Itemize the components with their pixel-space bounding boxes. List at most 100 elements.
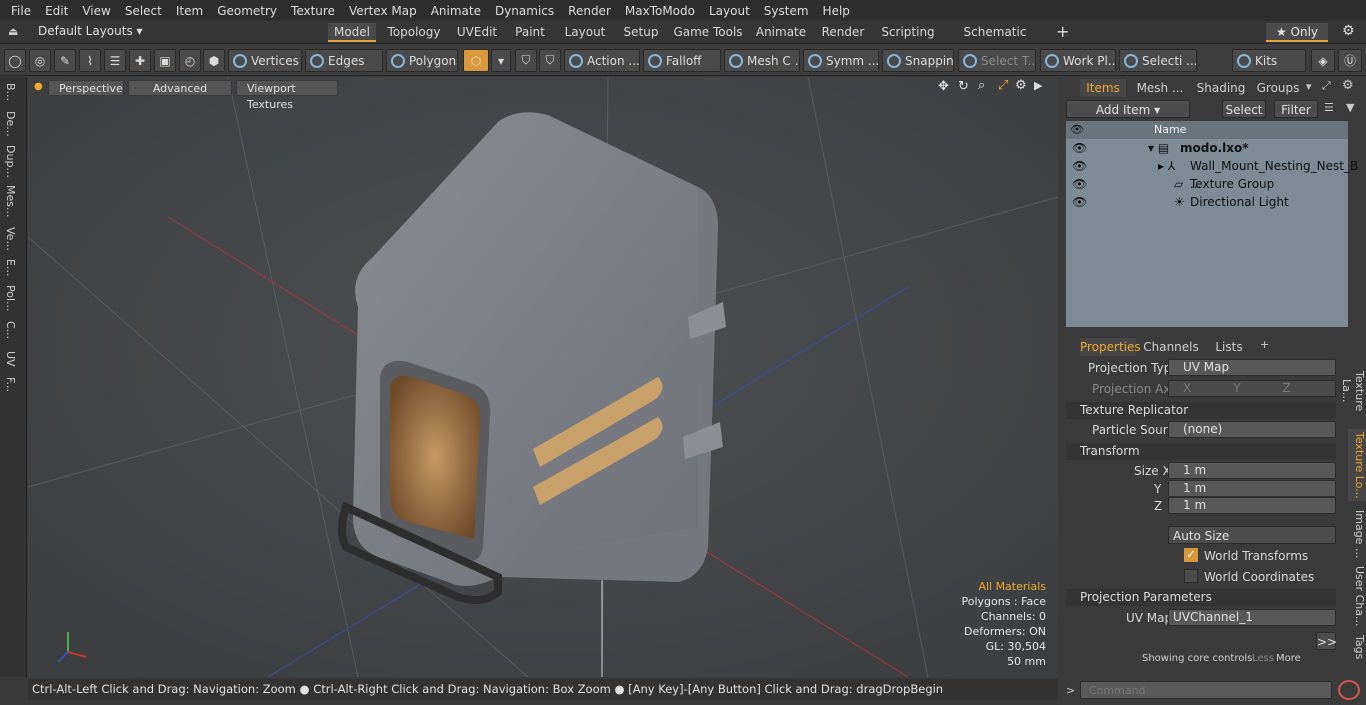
world-transforms-checkbox[interactable]: ✓: [1184, 548, 1198, 562]
viewport-gear-icon[interactable]: ⚙: [1015, 78, 1027, 93]
brush-icon[interactable]: ⌇: [79, 49, 101, 72]
shield-icon[interactable]: ⛉: [539, 49, 561, 72]
transform-section[interactable]: Transform: [1066, 443, 1336, 460]
panel-gear-icon[interactable]: ⚙: [1342, 78, 1354, 93]
left-tab-fusion[interactable]: F...: [4, 377, 17, 392]
eye-icon[interactable]: 👁: [1072, 175, 1087, 193]
side-tab-user-channels[interactable]: User Cha...: [1348, 563, 1366, 629]
projection-axis-field[interactable]: X Y Z: [1168, 380, 1336, 397]
unity-icon[interactable]: ◈: [1311, 49, 1335, 72]
center-icon[interactable]: ✚: [129, 49, 151, 72]
tab-game-tools[interactable]: Game Tools: [671, 23, 745, 42]
tabs-chevron-icon[interactable]: ▾: [1306, 80, 1312, 93]
select-circle-icon[interactable]: ◯: [4, 49, 26, 72]
maximize-icon[interactable]: ⤢: [998, 78, 1008, 93]
menu-file[interactable]: File: [4, 4, 38, 18]
item-row-texture-group[interactable]: 👁 ▱ Texture Group: [1066, 175, 1348, 193]
left-tab-polygon[interactable]: Pol...: [4, 285, 17, 312]
menu-item[interactable]: Item: [169, 4, 210, 18]
size-z-field[interactable]: 1 m: [1168, 497, 1336, 514]
zoom-icon[interactable]: ⌕: [978, 78, 985, 93]
add-prop-tab-button[interactable]: +: [1260, 338, 1269, 351]
clock-icon[interactable]: ◴: [179, 49, 201, 72]
3d-viewport[interactable]: ● Perspective Advanced Viewport Textures…: [28, 77, 1058, 677]
panel-expand-icon[interactable]: ⤢: [1322, 79, 1331, 93]
add-item-button[interactable]: Add Item ▾: [1066, 100, 1190, 118]
eye-icon[interactable]: 👁: [1072, 193, 1087, 211]
viewport-menu-dot-icon[interactable]: ●: [34, 81, 43, 92]
menu-help[interactable]: Help: [816, 4, 857, 18]
shading-mode-button[interactable]: Advanced: [128, 80, 232, 96]
unreal-icon[interactable]: Ⓤ: [1338, 49, 1362, 72]
more-link[interactable]: More: [1276, 653, 1301, 664]
item-row-directional-light[interactable]: 👁 ☀ Directional Light: [1066, 193, 1348, 211]
tab-groups[interactable]: Groups: [1254, 79, 1302, 97]
tab-lists[interactable]: Lists: [1208, 338, 1250, 356]
add-tab-button[interactable]: +: [1056, 22, 1069, 41]
expand-more-button[interactable]: >>: [1316, 632, 1337, 650]
viewport-textures-button[interactable]: Viewport Textures: [236, 80, 338, 111]
tab-properties[interactable]: Properties: [1080, 338, 1141, 356]
menu-vertex-map[interactable]: Vertex Map: [342, 4, 424, 18]
polygons-button[interactable]: Polygons: [386, 49, 458, 72]
menu-dynamics[interactable]: Dynamics: [488, 4, 561, 18]
pen-icon[interactable]: ✎: [54, 49, 76, 72]
left-tab-duplicate[interactable]: Dup...: [4, 145, 17, 178]
menu-render[interactable]: Render: [561, 4, 618, 18]
tab-mesh[interactable]: Mesh ...: [1132, 79, 1188, 97]
move-view-icon[interactable]: ✥: [938, 79, 949, 94]
globe-icon[interactable]: ◎: [29, 49, 51, 72]
symmetry-button[interactable]: Symm ...: [803, 49, 879, 72]
menu-geometry[interactable]: Geometry: [210, 4, 284, 18]
auto-size-button[interactable]: Auto Size: [1168, 526, 1336, 544]
left-tab-uv[interactable]: UV: [4, 351, 17, 367]
gear-icon[interactable]: ⚙: [1342, 23, 1355, 39]
frame-icon[interactable]: ▣: [154, 49, 176, 72]
tab-paint[interactable]: Paint: [509, 23, 551, 42]
eye-icon[interactable]: 👁: [1072, 139, 1087, 157]
less-link[interactable]: Less: [1252, 653, 1274, 664]
filter-button[interactable]: Filter: [1274, 100, 1318, 118]
menu-select[interactable]: Select: [118, 4, 169, 18]
size-y-field[interactable]: 1 m: [1168, 480, 1336, 497]
left-tab-deform[interactable]: De...: [4, 111, 17, 137]
item-row-scene[interactable]: 👁 ▾ ▤ modo.lxo*: [1066, 139, 1348, 157]
left-tab-mesh-edit[interactable]: Mes...: [4, 185, 17, 217]
particle-source-select[interactable]: (none): [1168, 421, 1336, 438]
work-plane-button[interactable]: Work Pl...: [1040, 49, 1116, 72]
layout-dropdown[interactable]: Default Layouts ▾: [38, 24, 143, 38]
side-tab-image[interactable]: Image ...: [1348, 509, 1366, 559]
projection-parameters-section[interactable]: Projection Parameters: [1066, 589, 1336, 606]
command-input[interactable]: [1080, 681, 1332, 699]
menu-texture[interactable]: Texture: [284, 4, 342, 18]
funnel-icon[interactable]: ▼: [1346, 101, 1354, 114]
mesh-constraint-button[interactable]: Mesh C ...: [724, 49, 800, 72]
tab-render[interactable]: Render: [817, 23, 869, 42]
snapping-button[interactable]: Snapping: [882, 49, 954, 72]
side-tab-texture-locator[interactable]: Texture Lo...: [1348, 429, 1366, 501]
rotate-view-icon[interactable]: ↻: [958, 79, 969, 94]
tab-items[interactable]: Items: [1080, 79, 1126, 97]
uv-map-select[interactable]: UVChannel_1: [1168, 609, 1336, 626]
left-tab-basic[interactable]: B...: [4, 83, 17, 101]
tab-setup[interactable]: Setup: [619, 23, 663, 42]
view-type-button[interactable]: Perspective: [48, 80, 124, 96]
home-icon[interactable]: ⏏: [8, 25, 18, 38]
chevron-down-icon[interactable]: ▾: [491, 49, 511, 72]
only-toggle[interactable]: ★ Only: [1266, 23, 1328, 42]
falloff-button[interactable]: Falloff: [643, 49, 721, 72]
tab-topology[interactable]: Topology: [383, 23, 445, 42]
tab-schematic-fusion[interactable]: Schematic Fusion: [947, 23, 1043, 58]
tab-layout[interactable]: Layout: [559, 23, 611, 42]
selection-sets-button[interactable]: Selecti ...: [1119, 49, 1197, 72]
projection-type-select[interactable]: UV Map: [1168, 359, 1336, 376]
align-icon[interactable]: ☰: [104, 49, 126, 72]
menu-system[interactable]: System: [757, 4, 816, 18]
material-mode-icon[interactable]: ⬡: [463, 49, 489, 72]
menu-maxtomodo[interactable]: MaxToModo: [618, 4, 702, 18]
tab-shading[interactable]: Shading: [1192, 79, 1250, 97]
menu-layout[interactable]: Layout: [702, 4, 757, 18]
record-macro-icon[interactable]: [1338, 680, 1360, 700]
size-x-field[interactable]: 1 m: [1168, 462, 1336, 479]
world-coordinates-checkbox[interactable]: [1184, 569, 1198, 583]
